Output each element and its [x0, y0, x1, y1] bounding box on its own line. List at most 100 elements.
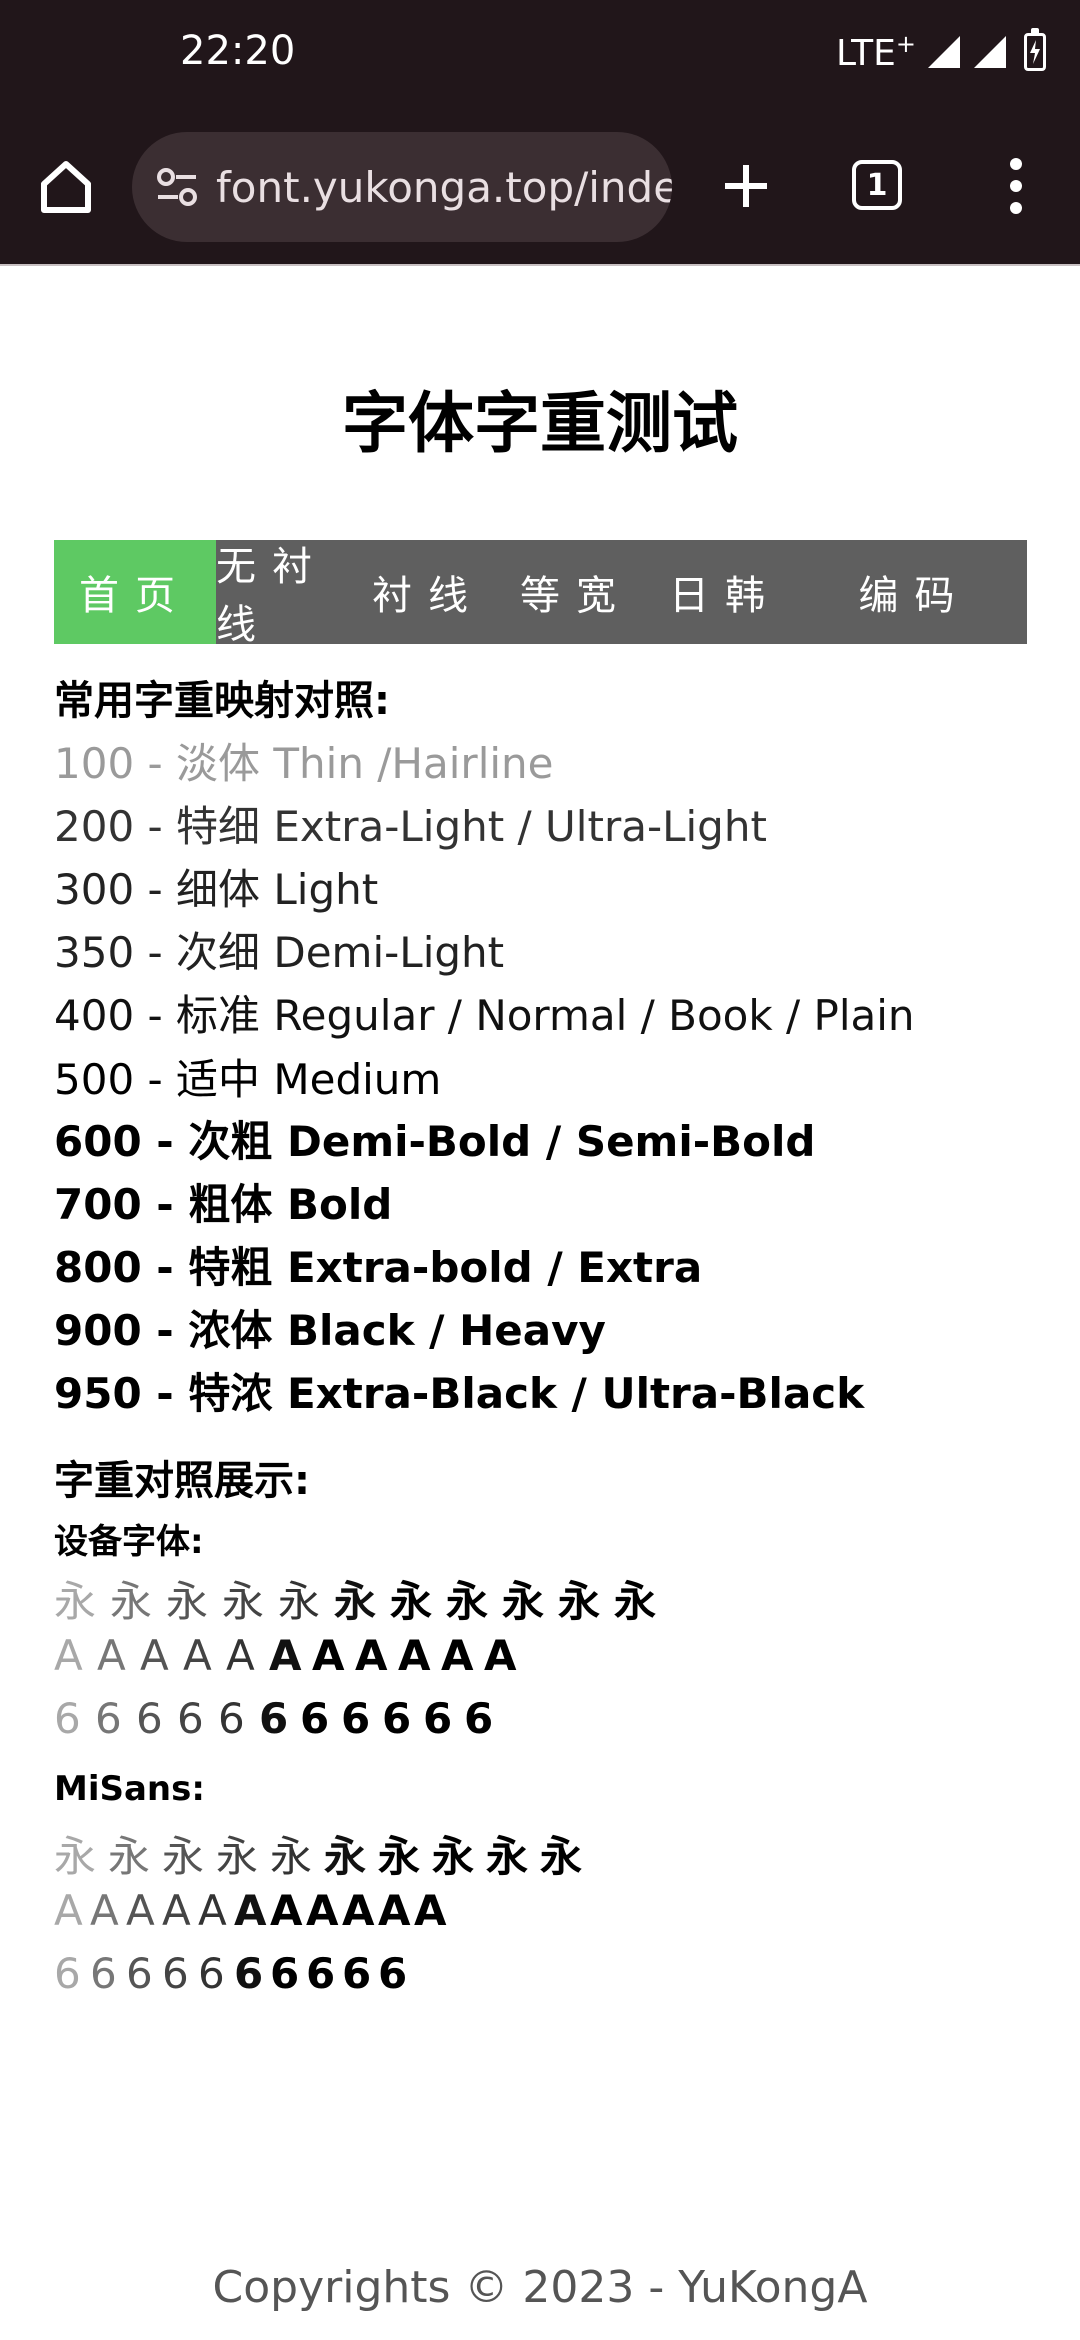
glyph-row: AAAAAAAAAAA — [54, 1631, 527, 1680]
glyph-sample: A — [126, 1886, 155, 1935]
glyph-sample: A — [198, 1886, 227, 1935]
weight-line: 500 - 适中 Medium — [54, 1055, 442, 1104]
glyph-sample: A — [312, 1631, 345, 1680]
mapping-title: 常用字重映射对照: — [54, 678, 390, 724]
glyph-sample: 6 — [382, 1694, 412, 1743]
signal-icon-2 — [974, 36, 1006, 68]
glyph-sample: A — [269, 1631, 302, 1680]
glyph-sample: A — [226, 1631, 255, 1680]
misans-label: MiSans: — [54, 1769, 205, 1809]
glyph-sample: 永 — [324, 1832, 367, 1881]
glyph-sample: 6 — [306, 1949, 336, 1998]
glyph-sample: 永 — [558, 1577, 601, 1626]
glyph-sample: A — [234, 1886, 267, 1935]
glyph-sample: 6 — [95, 1694, 122, 1743]
glyph-sample: A — [140, 1631, 169, 1680]
glyph-sample: 永 — [222, 1577, 265, 1626]
glyph-sample: A — [162, 1886, 191, 1935]
nav-tab[interactable]: 编码 — [802, 540, 1027, 644]
glyph-sample: 6 — [270, 1949, 300, 1998]
new-tab-button[interactable] — [712, 150, 780, 222]
glyph-sample: A — [441, 1631, 474, 1680]
glyph-sample: 6 — [378, 1949, 408, 1998]
glyph-sample: 6 — [198, 1949, 225, 1998]
glyph-row: AAAAAAAAAAA — [54, 1886, 450, 1935]
weight-line: 350 - 次细 Demi-Light — [54, 928, 505, 977]
nav-tab[interactable]: 日韩 — [648, 540, 802, 644]
weight-line: 900 - 浓体 Black / Heavy — [54, 1306, 606, 1355]
glyph-sample: 6 — [234, 1949, 264, 1998]
glyph-sample: 永 — [110, 1577, 153, 1626]
weight-line: 300 - 细体 Light — [54, 865, 379, 914]
glyph-sample: 永 — [54, 1832, 97, 1881]
glyph-sample: A — [355, 1631, 388, 1680]
dot-icon — [1010, 180, 1022, 192]
glyph-sample: 永 — [390, 1577, 433, 1626]
signal-icon — [928, 36, 960, 68]
glyph-sample: 6 — [218, 1694, 245, 1743]
glyph-sample: 永 — [270, 1832, 313, 1881]
weight-line: 700 - 粗体 Bold — [54, 1180, 393, 1229]
glyph-sample: 永 — [378, 1832, 421, 1881]
site-settings-icon[interactable] — [154, 164, 200, 210]
glyph-row: 66666666666 — [54, 1694, 505, 1743]
page-title: 字体字重测试 — [342, 385, 738, 462]
glyph-sample: A — [414, 1886, 447, 1935]
glyph-row: 6666666666 — [54, 1949, 414, 1998]
glyph-sample: A — [270, 1886, 303, 1935]
glyph-sample: 永 — [432, 1832, 475, 1881]
nav-tab[interactable]: 无衬线 — [216, 540, 352, 648]
glyph-sample: A — [97, 1631, 126, 1680]
glyph-sample: A — [398, 1631, 431, 1680]
glyph-sample: A — [54, 1886, 83, 1935]
home-icon — [41, 161, 91, 213]
divider — [0, 264, 1080, 266]
weight-line: 600 - 次粗 Demi-Bold / Semi-Bold — [54, 1117, 816, 1166]
glyph-sample: A — [54, 1631, 83, 1680]
weight-line: 200 - 特细 Extra-Light / Ultra-Light — [54, 802, 767, 851]
showcase-title: 字重对照展示: — [54, 1458, 310, 1504]
glyph-sample: 永 — [540, 1832, 583, 1881]
glyph-sample: 永 — [162, 1832, 205, 1881]
more-options-button[interactable] — [996, 150, 1036, 222]
glyph-sample: 永 — [166, 1577, 209, 1626]
glyph-sample: 6 — [423, 1694, 453, 1743]
dot-icon — [1010, 158, 1022, 170]
glyph-sample: 永 — [334, 1577, 377, 1626]
url-text[interactable]: font.yukonga.top/inde — [216, 163, 672, 212]
glyph-sample: 6 — [90, 1949, 117, 1998]
weight-line: 950 - 特浓 Extra-Black / Ultra-Black — [54, 1369, 865, 1418]
plus-icon — [725, 165, 767, 207]
weight-line: 800 - 特粗 Extra-bold / Extra — [54, 1243, 703, 1292]
address-bar[interactable]: font.yukonga.top/inde — [132, 132, 672, 242]
glyph-sample: 永 — [446, 1577, 489, 1626]
glyph-sample: A — [306, 1886, 339, 1935]
browser-chrome: 22:20 LTE+ font.yukonga.top/inde 1 — [0, 0, 1080, 266]
glyph-sample: 6 — [54, 1694, 81, 1743]
glyph-sample: 永 — [614, 1577, 657, 1626]
status-time: 22:20 — [180, 28, 296, 74]
glyph-sample: 6 — [259, 1694, 289, 1743]
glyph-sample: A — [183, 1631, 212, 1680]
footer-copyright: Copyrights © 2023 - YuKongA — [212, 2262, 868, 2313]
glyph-sample: A — [90, 1886, 119, 1935]
glyph-sample: 6 — [300, 1694, 330, 1743]
glyph-sample: 6 — [464, 1694, 494, 1743]
glyph-sample: A — [378, 1886, 411, 1935]
home-button[interactable] — [30, 150, 102, 222]
glyph-sample: 6 — [162, 1949, 189, 1998]
nav-tab[interactable]: 等宽 — [504, 540, 648, 644]
glyph-sample: 永 — [278, 1577, 321, 1626]
glyph-row: 永永永永永永永永永永 — [54, 1823, 594, 1884]
glyph-sample: A — [342, 1886, 375, 1935]
weight-line: 100 - 淡体 Thin /Hairline — [54, 739, 554, 788]
glyph-sample: A — [484, 1631, 517, 1680]
status-icons: LTE+ — [836, 28, 1046, 74]
glyph-sample: 6 — [342, 1949, 372, 1998]
nav-tab[interactable]: 首页 — [54, 540, 216, 644]
weight-line: 400 - 标准 Regular / Normal / Book / Plain — [54, 991, 915, 1040]
tab-switcher-button[interactable]: 1 — [852, 160, 902, 210]
glyph-sample: 永 — [54, 1577, 97, 1626]
nav-tab[interactable]: 衬线 — [352, 540, 504, 644]
dot-icon — [1010, 202, 1022, 214]
